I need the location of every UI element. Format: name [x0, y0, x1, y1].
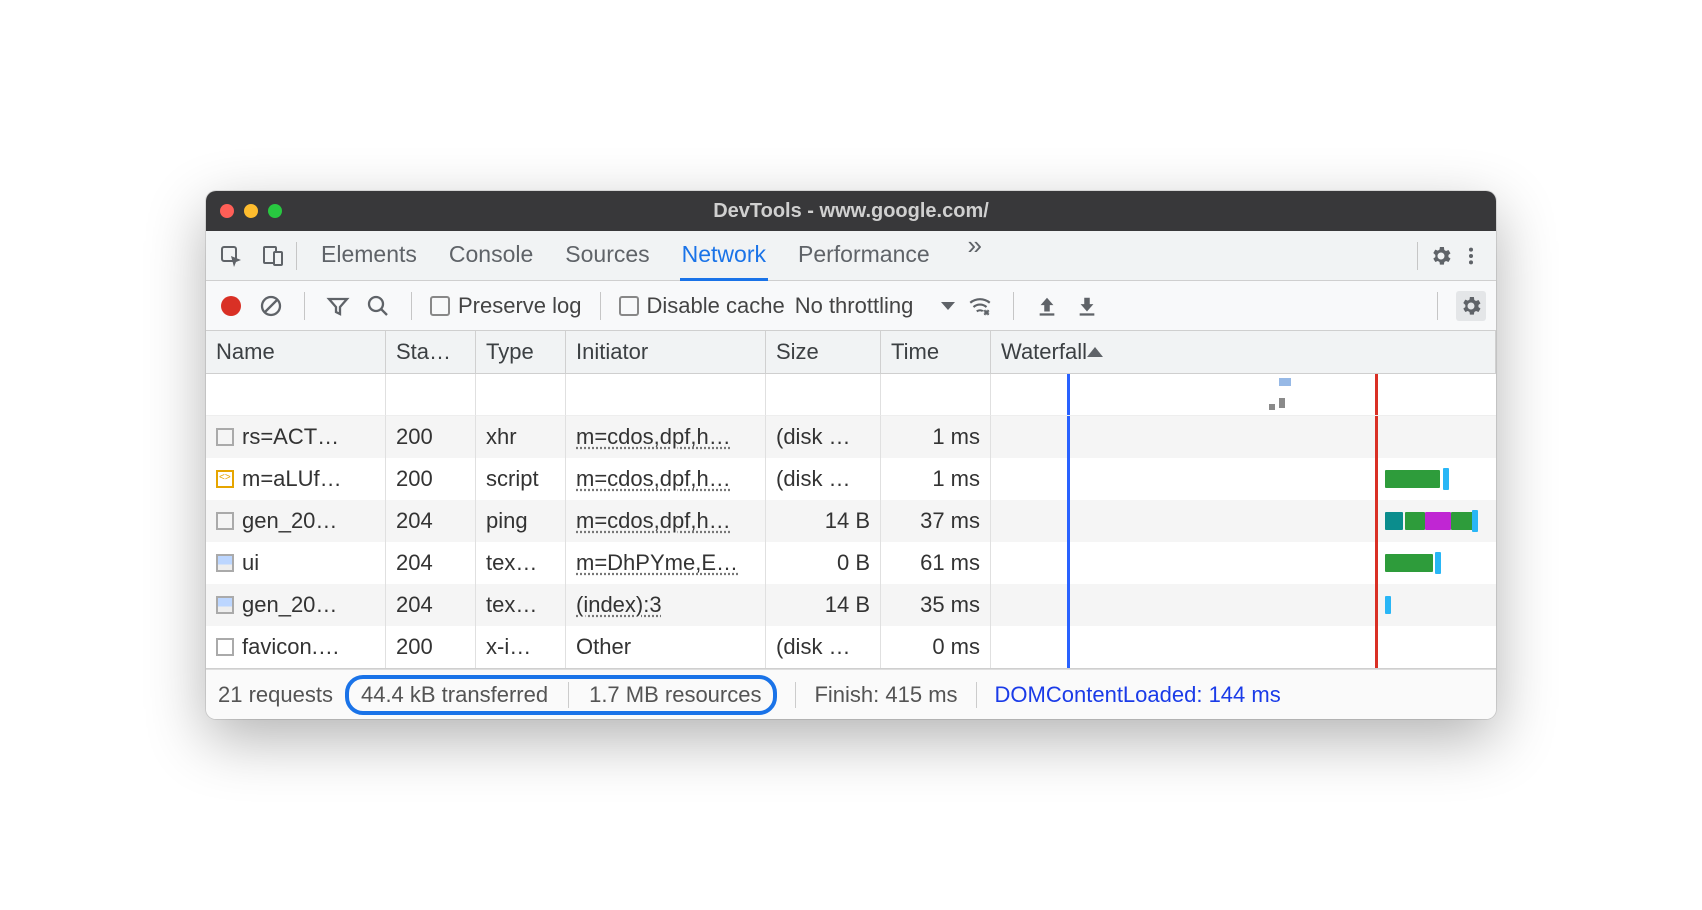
separator	[795, 682, 796, 708]
initiator-link[interactable]: m=cdos,dpf,h…	[576, 424, 731, 450]
domcontentloaded-time: DOMContentLoaded: 144 ms	[995, 682, 1281, 708]
network-conditions-icon[interactable]	[965, 291, 995, 321]
separator	[304, 292, 305, 320]
image-icon	[216, 596, 234, 614]
finish-time: Finish: 415 ms	[814, 682, 957, 708]
transfer-summary-highlight: 44.4 kB transferred 1.7 MB resources	[345, 675, 778, 715]
disable-cache-label: Disable cache	[647, 293, 785, 319]
filter-icon[interactable]	[323, 291, 353, 321]
throttling-select[interactable]: No throttling	[795, 293, 956, 319]
preserve-log-checkbox[interactable]: Preserve log	[430, 293, 582, 319]
throttling-value: No throttling	[795, 293, 914, 319]
column-header-type[interactable]: Type	[476, 331, 566, 374]
separator	[1437, 292, 1438, 320]
panel-tabs: Elements Console Sources Network Perform…	[319, 231, 990, 281]
network-settings-gear-icon[interactable]	[1456, 291, 1486, 321]
network-toolbar: Preserve log Disable cache No throttling	[206, 281, 1496, 331]
column-header-waterfall[interactable]: Waterfall	[991, 331, 1496, 374]
disable-cache-checkbox[interactable]: Disable cache	[619, 293, 785, 319]
tab-console[interactable]: Console	[447, 231, 535, 281]
column-header-size[interactable]: Size	[766, 331, 881, 374]
separator	[600, 292, 601, 320]
separator	[296, 242, 297, 270]
separator	[1013, 292, 1014, 320]
transferred-size: 44.4 kB transferred	[361, 682, 548, 708]
initiator-link[interactable]: m=cdos,dpf,h…	[576, 508, 731, 534]
close-window-button[interactable]	[220, 204, 234, 218]
separator	[411, 292, 412, 320]
download-har-icon[interactable]	[1072, 291, 1102, 321]
initiator-text: Other	[576, 634, 631, 660]
settings-gear-icon[interactable]	[1426, 241, 1456, 271]
more-tabs-icon[interactable]: »	[960, 231, 990, 261]
document-icon	[216, 512, 234, 530]
preserve-log-label: Preserve log	[458, 293, 582, 319]
tab-sources[interactable]: Sources	[563, 231, 651, 281]
separator	[568, 682, 569, 708]
requests-count: 21 requests	[218, 682, 333, 708]
sort-indicator-icon	[1087, 347, 1103, 357]
initiator-link[interactable]: m=cdos,dpf,h…	[576, 466, 731, 492]
separator	[1417, 242, 1418, 270]
upload-har-icon[interactable]	[1032, 291, 1062, 321]
waterfall-cell	[991, 458, 1496, 500]
device-toolbar-icon[interactable]	[258, 241, 288, 271]
separator	[976, 682, 977, 708]
search-icon[interactable]	[363, 291, 393, 321]
clear-icon[interactable]	[256, 291, 286, 321]
record-button[interactable]	[216, 291, 246, 321]
panel-tabs-row: Elements Console Sources Network Perform…	[206, 231, 1496, 281]
status-footer: 21 requests 44.4 kB transferred 1.7 MB r…	[206, 669, 1496, 719]
initiator-link[interactable]: (index):3	[576, 592, 662, 618]
chevron-down-icon	[941, 302, 955, 310]
window-controls	[220, 204, 282, 218]
column-header-name[interactable]: Name	[206, 331, 386, 374]
image-icon	[216, 554, 234, 572]
overview-spacer	[206, 374, 386, 416]
checkbox-icon	[619, 296, 639, 316]
document-icon	[216, 638, 234, 656]
waterfall-cell	[991, 542, 1496, 584]
tab-performance[interactable]: Performance	[796, 231, 932, 281]
column-header-initiator[interactable]: Initiator	[566, 331, 766, 374]
requests-table: Name Sta… Type Initiator Size Time Water…	[206, 331, 1496, 669]
document-icon	[216, 428, 234, 446]
initiator-link[interactable]: m=DhPYme,E…	[576, 550, 738, 576]
inspect-element-icon[interactable]	[216, 241, 246, 271]
column-header-status[interactable]: Sta…	[386, 331, 476, 374]
resources-size: 1.7 MB resources	[589, 682, 761, 708]
titlebar: DevTools - www.google.com/	[206, 191, 1496, 231]
kebab-menu-icon[interactable]	[1456, 241, 1486, 271]
waterfall-cell	[991, 500, 1496, 542]
window-title: DevTools - www.google.com/	[206, 200, 1496, 223]
column-header-time[interactable]: Time	[881, 331, 991, 374]
tab-elements[interactable]: Elements	[319, 231, 419, 281]
maximize-window-button[interactable]	[268, 204, 282, 218]
minimize-window-button[interactable]	[244, 204, 258, 218]
waterfall-cell	[991, 416, 1496, 458]
tab-network[interactable]: Network	[680, 231, 768, 281]
script-icon	[216, 470, 234, 488]
waterfall-cell	[991, 584, 1496, 626]
checkbox-icon	[430, 296, 450, 316]
waterfall-overview	[991, 374, 1496, 416]
devtools-window: DevTools - www.google.com/ Elements Cons…	[206, 191, 1496, 719]
waterfall-cell	[991, 626, 1496, 668]
